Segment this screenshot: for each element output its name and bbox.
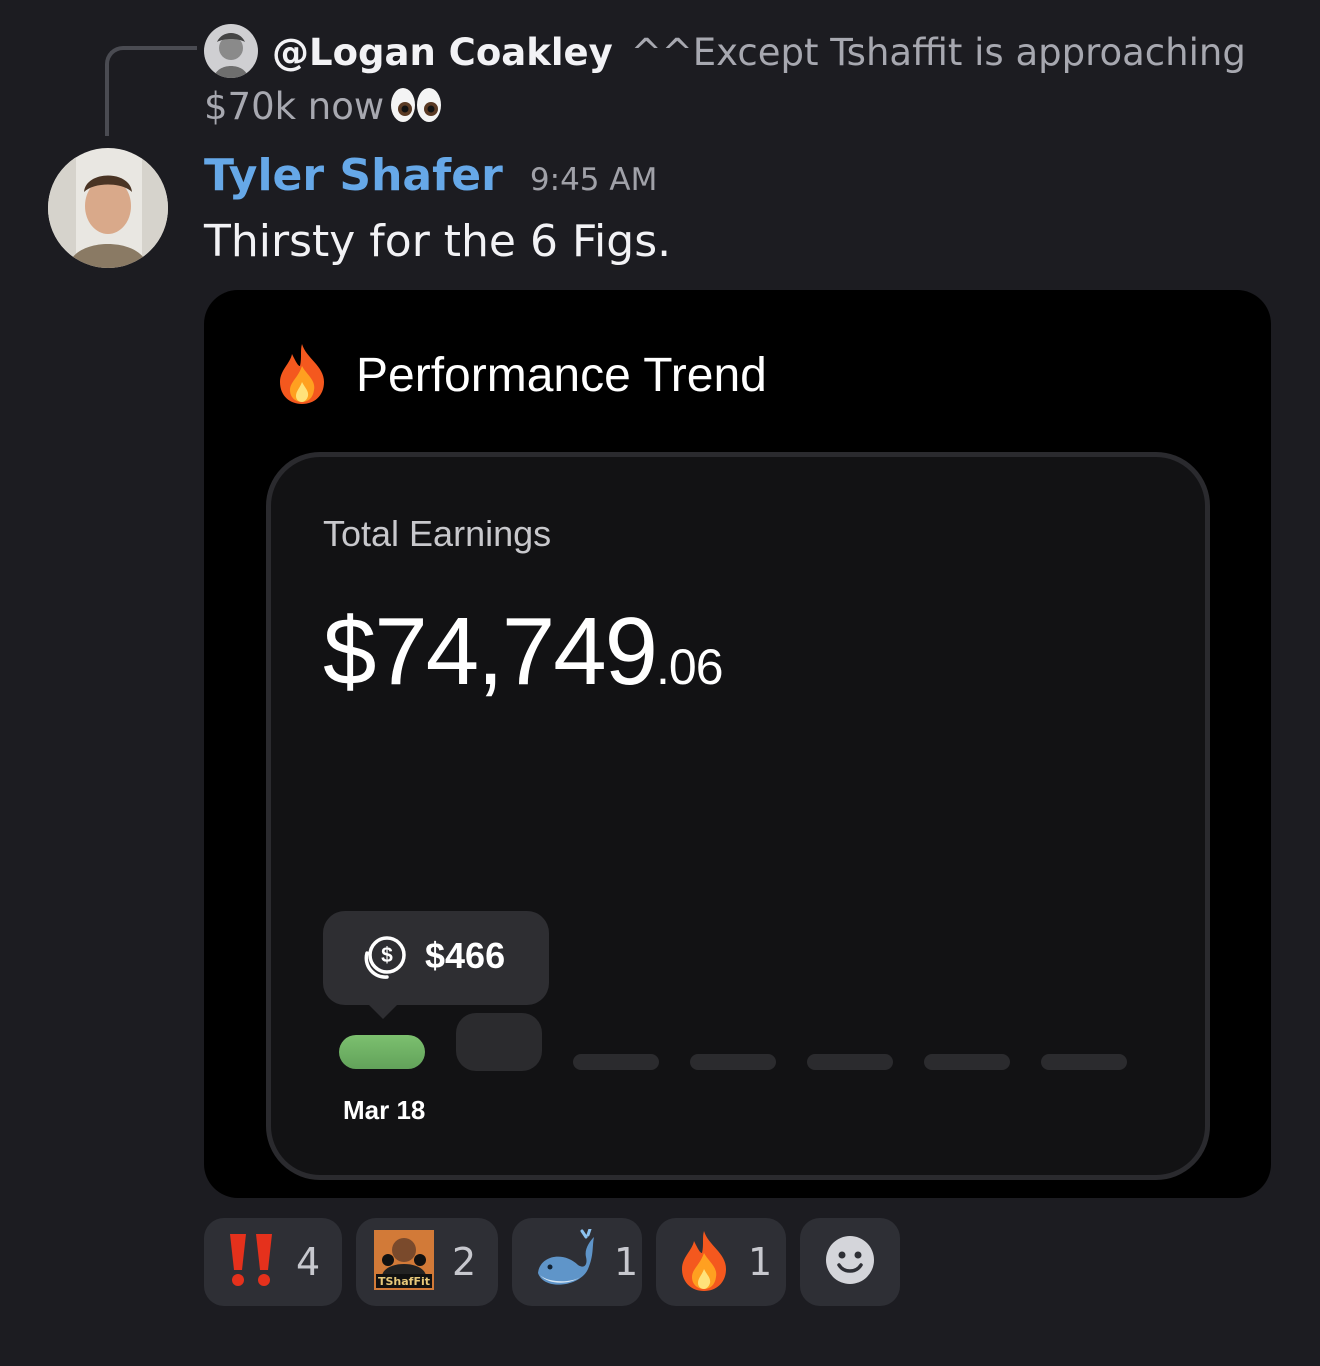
message-header: Tyler Shafer 9:45 AM <box>204 150 657 201</box>
reaction-tshaffit[interactable]: TShafFit 2 <box>356 1218 498 1306</box>
reaction-double-exclamation[interactable]: 4 <box>204 1218 342 1306</box>
fire-emoji <box>276 342 328 408</box>
bar-tooltip: $ $466 <box>323 911 549 1019</box>
reaction-count: 1 <box>748 1240 773 1284</box>
add-reaction-button[interactable] <box>800 1218 900 1306</box>
custom-emoji-label: TShafFit <box>378 1275 430 1288</box>
attached-image[interactable]: Performance Trend Total Earnings $74,749… <box>204 290 1271 1198</box>
amount-decimal: .06 <box>656 639 724 695</box>
chart-bar-2[interactable] <box>456 1013 542 1071</box>
bar-label-mar-18: Mar 18 <box>343 1095 426 1125</box>
chart-bar-3[interactable] <box>573 1054 659 1070</box>
chart-bar-4[interactable] <box>690 1054 776 1070</box>
reactions-bar: 4 TShafFit 2 1 1 <box>204 1218 900 1306</box>
reply-preview[interactable]: @Logan Coakley ^^Except Tshaffit is appro… <box>204 26 1284 140</box>
total-earnings-label: Total Earnings <box>323 513 552 554</box>
earnings-card: Total Earnings $74,749.06 $ $466 Mar 18 <box>266 452 1210 1180</box>
reply-connector-line <box>105 46 197 136</box>
embed-header: Performance Trend <box>276 342 767 408</box>
tooltip-pointer <box>367 1003 399 1019</box>
message-timestamp: 9:45 AM <box>529 162 658 198</box>
coins-icon: $ <box>357 933 411 987</box>
double-exclamation-emoji <box>226 1232 278 1292</box>
chart-bar-6[interactable] <box>924 1054 1010 1070</box>
reply-author-name[interactable]: @Logan Coakley <box>272 31 613 74</box>
reaction-count: 2 <box>452 1240 477 1284</box>
reaction-fire[interactable]: 1 <box>656 1218 786 1306</box>
message-author-avatar[interactable] <box>48 148 168 268</box>
reaction-whale[interactable]: 1 <box>512 1218 642 1306</box>
fire-emoji <box>678 1229 730 1295</box>
whale-emoji <box>534 1227 596 1295</box>
reaction-count: 4 <box>296 1240 321 1284</box>
svg-text:$: $ <box>381 944 393 967</box>
eyes-emoji <box>390 85 442 140</box>
add-reaction-icon <box>824 1234 876 1290</box>
reaction-count: 1 <box>614 1240 639 1284</box>
total-earnings-value: $74,749.06 <box>323 597 724 707</box>
message-text: Thirsty for the 6 Figs. <box>204 216 672 267</box>
chart-bar-5[interactable] <box>807 1054 893 1070</box>
tooltip-value: $466 <box>425 935 506 976</box>
chart-bar-1[interactable] <box>339 1035 425 1069</box>
message-author-name[interactable]: Tyler Shafer <box>204 150 503 201</box>
amount-integer: $74,749 <box>323 598 658 705</box>
tshaffit-custom-emoji: TShafFit <box>374 1230 434 1294</box>
user-avatar-icon <box>48 148 168 268</box>
embed-title: Performance Trend <box>356 348 767 402</box>
chart-bar-7[interactable] <box>1041 1054 1127 1070</box>
